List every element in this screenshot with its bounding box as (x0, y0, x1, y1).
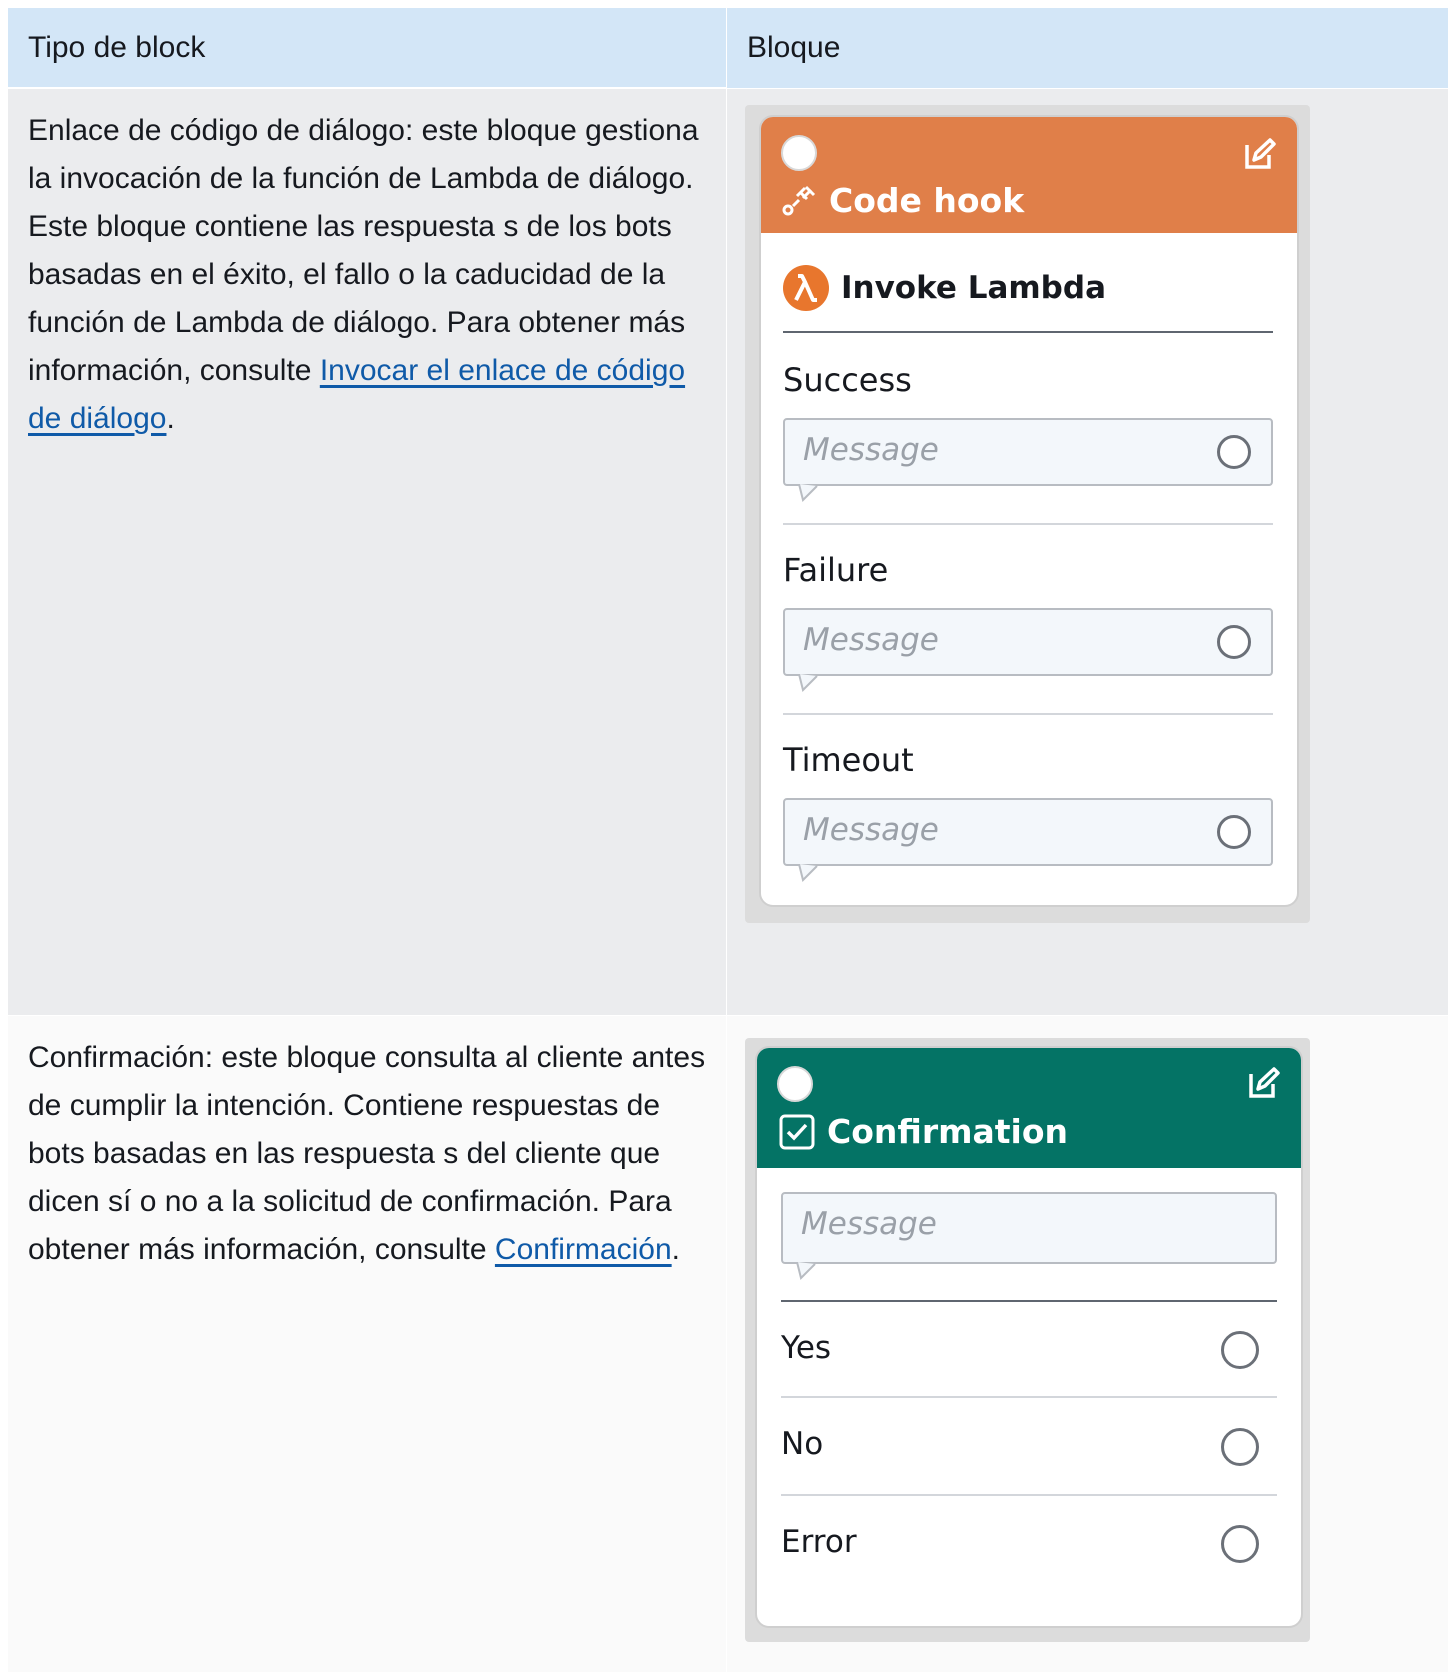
divider (783, 523, 1273, 525)
confirmation-description: Confirmación: este bloque consulta al cl… (28, 1034, 708, 1274)
failure-label: Failure (783, 551, 889, 589)
failure-connector[interactable] (1217, 625, 1251, 659)
checkbox-icon (779, 1114, 815, 1149)
option-yes-label: Yes (781, 1330, 832, 1366)
block-cell: Confirmation Message Yes No Error (727, 1016, 1448, 1672)
description-cell: Enlace de código de diálogo: este bloque… (8, 89, 727, 1015)
confirmation-header: Confirmation (757, 1048, 1301, 1168)
message-placeholder: Message (801, 1206, 937, 1242)
message-placeholder: Message (803, 812, 939, 848)
description-text: Enlace de código de diálogo: este bloque… (28, 114, 699, 387)
divider (783, 331, 1273, 333)
confirmation-title-row: Confirmation (779, 1112, 1068, 1151)
code-hook-title: Code hook (829, 181, 1025, 220)
connector-dot[interactable] (781, 135, 817, 171)
speech-tail-icon (798, 484, 818, 502)
speech-tail-icon (798, 674, 818, 692)
divider (781, 1396, 1277, 1398)
timeout-message-input[interactable]: Message (783, 798, 1273, 882)
description-cell: Confirmación: este bloque consulta al cl… (8, 1016, 727, 1672)
code-hook-block-preview: Code hook Invoke Lambda Success Message … (745, 105, 1310, 923)
code-hook-card: Code hook Invoke Lambda Success Message … (759, 115, 1299, 907)
divider (781, 1300, 1277, 1302)
table-header: Tipo de block Bloque (8, 8, 1448, 88)
divider (783, 713, 1273, 715)
block-types-table: Tipo de block Bloque Enlace de código de… (8, 8, 1448, 1672)
lambda-icon (783, 265, 829, 311)
code-hook-title-row: Code hook (781, 181, 1024, 220)
code-hook-header: Code hook (761, 117, 1297, 233)
code-hook-icon (782, 185, 816, 215)
option-no-label: No (781, 1426, 824, 1462)
table-row: Confirmación: este bloque consulta al cl… (8, 1015, 1448, 1672)
option-error-label: Error (781, 1524, 857, 1560)
connector-dot[interactable] (777, 1066, 813, 1102)
timeout-connector[interactable] (1217, 815, 1251, 849)
error-connector[interactable] (1221, 1525, 1259, 1563)
edit-icon[interactable] (1243, 137, 1277, 171)
table-row: Enlace de código de diálogo: este bloque… (8, 88, 1448, 1015)
description-end: . (166, 402, 175, 435)
message-placeholder: Message (803, 432, 939, 468)
confirmation-title: Confirmation (827, 1112, 1069, 1151)
header-block-type: Tipo de block (8, 8, 727, 88)
confirmation-card: Confirmation Message Yes No Error (755, 1046, 1303, 1628)
confirmation-message-input[interactable]: Message (781, 1192, 1277, 1280)
speech-tail-icon (798, 864, 818, 882)
timeout-label: Timeout (783, 741, 914, 779)
invoke-lambda-row: Invoke Lambda (783, 265, 1106, 311)
speech-tail-icon (796, 1262, 816, 1280)
message-placeholder: Message (803, 622, 939, 658)
edit-icon[interactable] (1247, 1066, 1281, 1100)
header-block: Bloque (727, 8, 1448, 88)
block-cell: Code hook Invoke Lambda Success Message … (727, 89, 1448, 1015)
invoke-lambda-title: Invoke Lambda (841, 270, 1106, 306)
no-connector[interactable] (1221, 1428, 1259, 1466)
confirmation-block-preview: Confirmation Message Yes No Error (745, 1038, 1310, 1642)
divider (781, 1494, 1277, 1496)
success-message-input[interactable]: Message (783, 418, 1273, 502)
success-label: Success (783, 361, 912, 399)
description-end: . (671, 1233, 680, 1266)
confirmation-doc-link[interactable]: Confirmación (495, 1233, 672, 1266)
code-hook-description: Enlace de código de diálogo: este bloque… (28, 107, 708, 443)
failure-message-input[interactable]: Message (783, 608, 1273, 692)
yes-connector[interactable] (1221, 1331, 1259, 1369)
success-connector[interactable] (1217, 435, 1251, 469)
